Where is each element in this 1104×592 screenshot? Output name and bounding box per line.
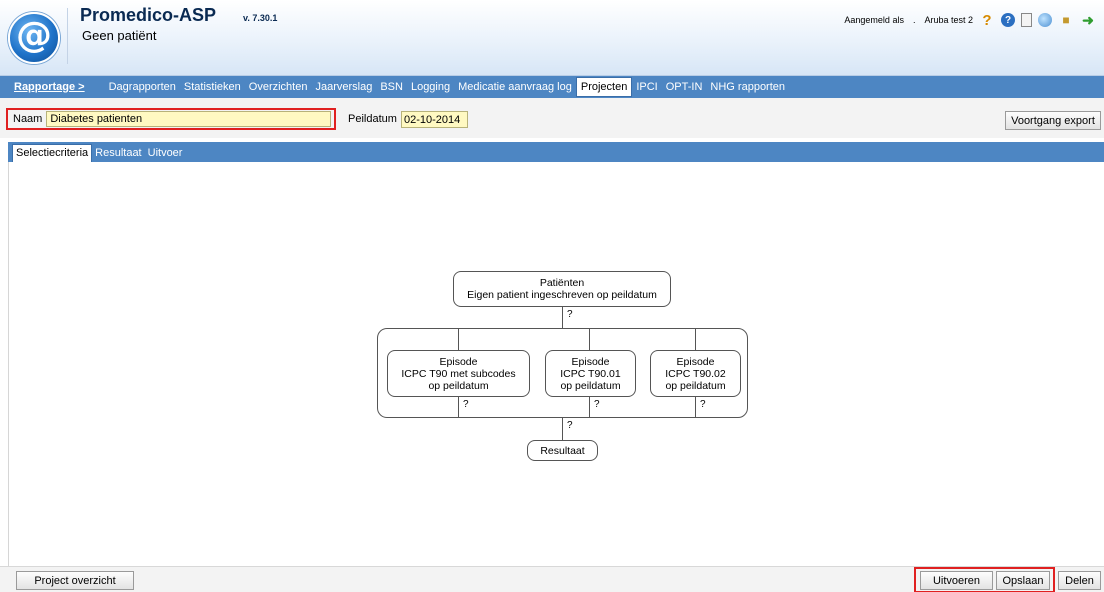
naam-input[interactable]: [46, 111, 332, 127]
project-toolbar: Naam Peildatum Voortgang export: [0, 98, 1104, 138]
naam-label: Naam: [13, 113, 43, 125]
connector-line: [695, 397, 696, 418]
nav-item-medicatie-aanvraag-log[interactable]: Medicatie aanvraag log: [454, 78, 576, 96]
tab-selectiecriteria[interactable]: Selectiecriteria: [12, 144, 93, 162]
node-title: Episode: [439, 355, 478, 368]
header-divider: [67, 8, 68, 64]
peildatum-label: Peildatum: [348, 113, 397, 125]
nav-item-dagrapporten[interactable]: Dagrapporten: [105, 78, 180, 96]
node-title: Episode: [676, 355, 715, 368]
connector-line: [589, 328, 590, 350]
node-condition: op peildatum: [560, 379, 621, 392]
app-version: v. 7.30.1: [243, 13, 278, 23]
group-operator-toggle[interactable]: ?: [567, 420, 573, 431]
save-button[interactable]: Opslaan: [996, 571, 1050, 590]
document-icon[interactable]: [1021, 13, 1032, 27]
node-title: Patiënten: [539, 277, 585, 289]
result-label: Resultaat: [540, 444, 585, 457]
nav-item-logging[interactable]: Logging: [407, 78, 454, 96]
nav-rapportage[interactable]: Rapportage >: [14, 81, 85, 93]
user-area: Aangemeld als . Aruba test 2 ? ? ■ ➜: [844, 12, 1096, 29]
nav-item-jaarverslag[interactable]: Jaarverslag: [311, 78, 376, 96]
connector-line: [562, 418, 563, 440]
voortgang-export-button[interactable]: Voortgang export: [1005, 111, 1101, 130]
naam-highlight: Naam: [6, 108, 336, 130]
criteria-node-episode-t90-02[interactable]: Episode ICPC T90.02 op peildatum: [650, 350, 741, 397]
project-overview-button[interactable]: Project overzicht: [16, 571, 134, 590]
connector-line: [589, 397, 590, 418]
app-title: Promedico-ASP: [80, 5, 217, 25]
root-operator-toggle[interactable]: ?: [567, 309, 573, 320]
action-bar: Project overzicht Uitvoeren Opslaan Dele…: [0, 566, 1104, 592]
node-description: ICPC T90.01: [560, 367, 621, 380]
users-icon[interactable]: ■: [1058, 12, 1074, 28]
nav-item-opt-in[interactable]: OPT-IN: [662, 78, 707, 96]
nav-item-bsn[interactable]: BSN: [376, 78, 407, 96]
nav-item-projecten[interactable]: Projecten: [575, 77, 633, 97]
result-node[interactable]: Resultaat: [527, 440, 598, 461]
execute-button[interactable]: Uitvoeren: [920, 571, 993, 590]
node-description: ICPC T90 met subcodes: [401, 367, 516, 380]
logout-icon[interactable]: ➜: [1080, 12, 1096, 28]
criteria-node-patienten[interactable]: Patiënten Eigen patient ingeschreven op …: [453, 271, 671, 307]
tab-resultaat[interactable]: Resultaat: [92, 145, 144, 162]
nav-item-nhg-rapporten[interactable]: NHG rapporten: [706, 78, 789, 96]
at-sign-icon: @: [16, 15, 52, 56]
info-icon[interactable]: ?: [1001, 13, 1015, 27]
episode-operator-toggle[interactable]: ?: [463, 399, 469, 410]
node-condition: op peildatum: [428, 379, 489, 392]
patient-status: Geen patiënt: [82, 28, 157, 43]
criteria-node-episode-t90-01[interactable]: Episode ICPC T90.01 op peildatum: [545, 350, 636, 397]
globe-icon[interactable]: [1038, 13, 1052, 27]
main-navigation: Rapportage > Dagrapporten Statistieken O…: [0, 76, 1104, 98]
nav-item-ipci[interactable]: IPCI: [632, 78, 661, 96]
node-condition: op peildatum: [665, 379, 726, 392]
peildatum-input[interactable]: [401, 111, 468, 128]
episode-operator-toggle[interactable]: ?: [594, 399, 600, 410]
criteria-node-episode-t90[interactable]: Episode ICPC T90 met subcodes op peildat…: [387, 350, 530, 397]
logged-in-label: Aangemeld als: [844, 15, 904, 25]
node-title: Episode: [571, 355, 610, 368]
user-name: Aruba test 2: [924, 15, 973, 25]
project-subtabs: Selectiecriteria Resultaat Uitvoer: [8, 142, 1104, 162]
episode-operator-toggle[interactable]: ?: [700, 399, 706, 410]
user-separator: .: [912, 15, 916, 25]
app-header: @ Promedico-ASP v. 7.30.1 Geen patiënt A…: [0, 0, 1104, 76]
tab-uitvoer[interactable]: Uitvoer: [145, 145, 186, 162]
connector-line: [458, 397, 459, 418]
nav-item-statistieken[interactable]: Statistieken: [180, 78, 245, 96]
node-description: ICPC T90.02: [665, 367, 726, 380]
nav-item-overzichten[interactable]: Overzichten: [245, 78, 312, 96]
share-button[interactable]: Delen: [1058, 571, 1101, 590]
connector-line: [562, 307, 563, 328]
connector-line: [458, 328, 459, 350]
connector-line: [695, 328, 696, 350]
selection-criteria-canvas: Patiënten Eigen patient ingeschreven op …: [8, 162, 1104, 566]
node-description: Eigen patient ingeschreven op peildatum: [467, 289, 657, 301]
promedico-logo: @: [8, 12, 60, 64]
help-icon[interactable]: ?: [979, 12, 995, 29]
